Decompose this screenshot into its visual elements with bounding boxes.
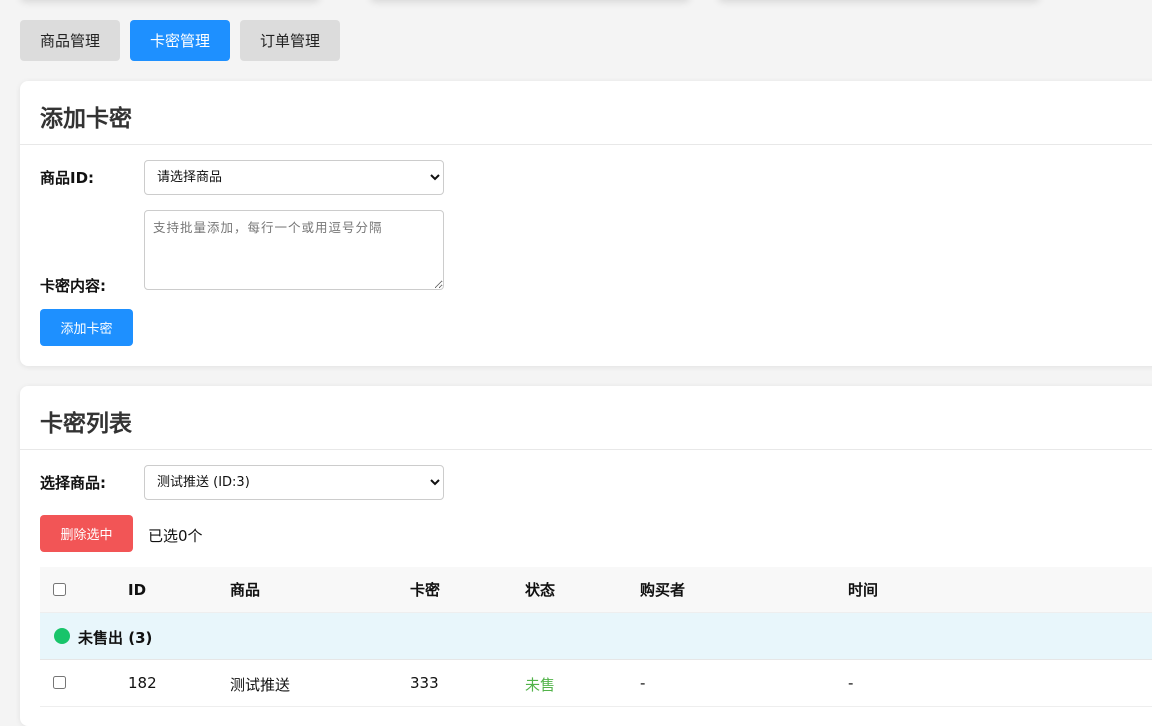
table-header: ID 商品 卡密 状态 购买者 时间 <box>40 567 1152 613</box>
tab-card-management[interactable]: 卡密管理 <box>130 20 231 61</box>
tab-order-management[interactable]: 订单管理 <box>240 20 341 61</box>
card-list-panel: 卡密列表 选择商品: 测试推送 (ID:3) 删除选中 已选0个 ID 商品 卡… <box>20 386 1152 726</box>
group-unsold-label: 未售出 (3) <box>78 629 153 647</box>
filter-row: 选择商品: 测试推送 (ID:3) <box>40 465 444 500</box>
col-buyer: 购买者 <box>640 581 686 599</box>
delete-selected-button[interactable]: 删除选中 <box>40 515 133 552</box>
group-unsold[interactable]: 未售出 (3) <box>40 613 1152 660</box>
add-card-button[interactable]: 添加卡密 <box>40 309 133 346</box>
row-buyer: - <box>640 674 646 692</box>
selected-count: 已选0个 <box>148 527 203 545</box>
row-product: 测试推送 <box>230 676 291 694</box>
table-row: 182 测试推送 333 未售 - - <box>40 660 1152 707</box>
product-select[interactable]: 请选择商品 <box>144 160 444 195</box>
tab-product-management[interactable]: 商品管理 <box>20 20 121 61</box>
product-row: 商品ID: 请选择商品 <box>40 160 444 195</box>
col-id: ID <box>128 580 147 599</box>
card-table: ID 商品 卡密 状态 购买者 时间 未售出 (3) 182 测试推送 333 … <box>40 567 1152 707</box>
nav-tabs: 商品管理 卡密管理 订单管理 <box>20 20 341 61</box>
row-time: - <box>848 674 854 692</box>
row-checkbox[interactable] <box>53 676 66 689</box>
row-status: 未售 <box>525 676 556 694</box>
filter-product-select[interactable]: 测试推送 (ID:3) <box>144 465 444 500</box>
col-time: 时间 <box>848 581 879 599</box>
select-all-checkbox[interactable] <box>53 583 66 596</box>
col-card: 卡密 <box>410 581 441 599</box>
card-list-title: 卡密列表 <box>20 386 1152 450</box>
unsold-status-dot-icon <box>54 628 70 644</box>
col-product: 商品 <box>230 581 261 599</box>
row-card: 333 <box>410 674 439 692</box>
col-status: 状态 <box>525 581 556 599</box>
filter-product-label: 选择商品: <box>40 474 106 492</box>
add-card-title: 添加卡密 <box>20 81 1152 145</box>
card-content-label: 卡密内容: <box>40 277 106 295</box>
row-id: 182 <box>128 674 157 692</box>
add-card-panel: 添加卡密 商品ID: 请选择商品 卡密内容: 添加卡密 <box>20 81 1152 366</box>
product-id-label: 商品ID: <box>40 169 95 187</box>
card-content-textarea[interactable] <box>144 210 444 290</box>
